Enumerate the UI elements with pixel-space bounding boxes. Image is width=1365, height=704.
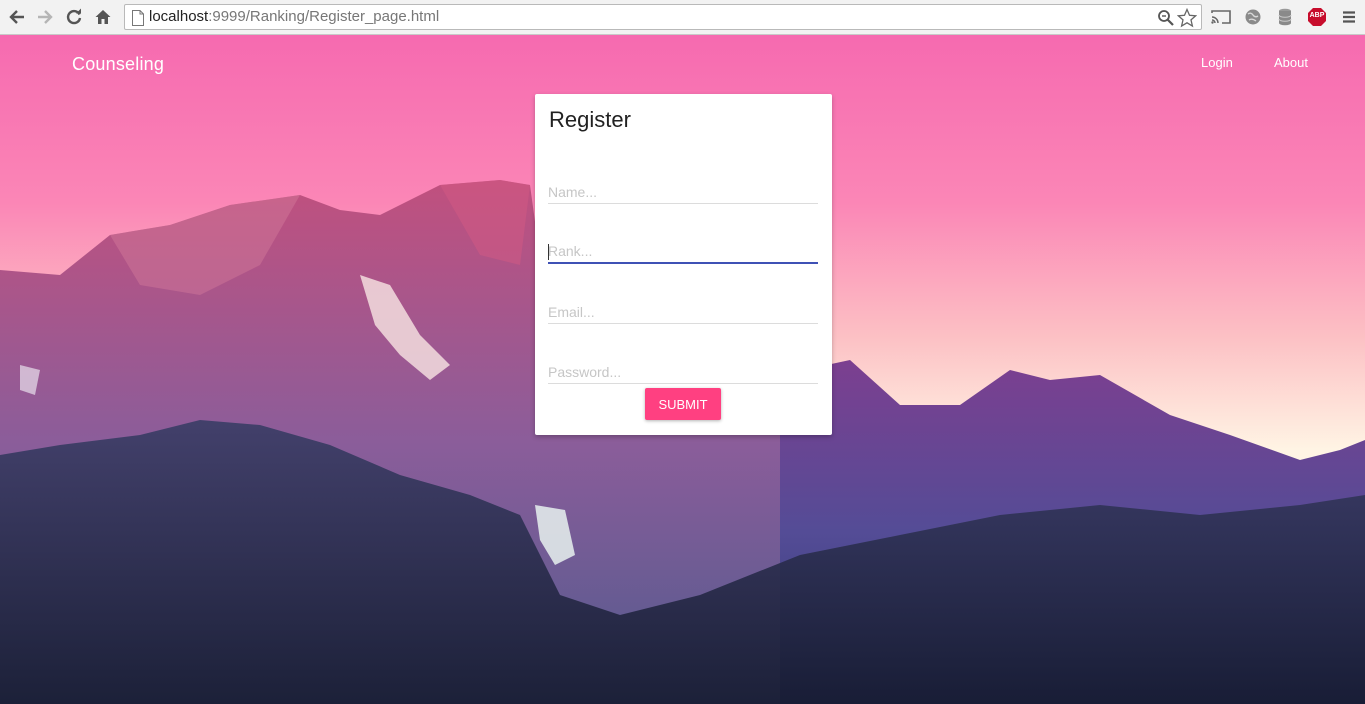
page-viewport: Counseling Login About Register SUBMIT [0,35,1365,704]
globe-icon [1245,9,1261,25]
cast-button[interactable] [1211,7,1231,27]
hamburger-menu-icon [1343,11,1355,23]
chrome-menu-button[interactable] [1339,7,1359,27]
text-caret [548,244,549,260]
database-extension-button[interactable] [1275,7,1295,27]
page-icon [132,10,144,26]
adblock-button[interactable]: ABP [1307,7,1327,27]
url-host: localhost [149,8,209,25]
star-icon[interactable] [1177,8,1197,28]
arrow-right-icon [38,10,53,24]
cast-icon [1211,10,1231,24]
abp-label: ABP [1309,12,1325,19]
forward-button[interactable] [34,6,56,28]
url-path: :9999/Ranking/Register_page.html [208,8,440,25]
register-card: Register SUBMIT [535,94,832,435]
name-input[interactable] [548,180,818,204]
address-bar[interactable]: localhost:9999/Ranking/Register_page.htm… [124,4,1202,30]
register-title: Register [549,107,631,132]
home-button[interactable] [92,6,114,28]
reload-icon [66,8,82,25]
home-icon [95,10,111,24]
submit-button[interactable]: SUBMIT [645,388,721,420]
database-icon [1278,8,1292,26]
email-input[interactable] [548,300,818,324]
globe-extension-button[interactable] [1243,7,1263,27]
password-input[interactable] [548,360,818,384]
arrow-left-icon [9,10,24,24]
back-button[interactable] [6,6,28,28]
url-text: localhost:9999/Ranking/Register_page.htm… [149,8,439,25]
nav-link-about[interactable]: About [1274,55,1308,70]
brand-logo-text[interactable]: Counseling [72,54,164,75]
browser-toolbar: localhost:9999/Ranking/Register_page.htm… [0,0,1365,35]
rank-input[interactable] [548,240,818,264]
reload-button[interactable] [63,6,85,28]
nav-link-login[interactable]: Login [1201,55,1233,70]
magnifier-icon[interactable] [1157,9,1175,27]
